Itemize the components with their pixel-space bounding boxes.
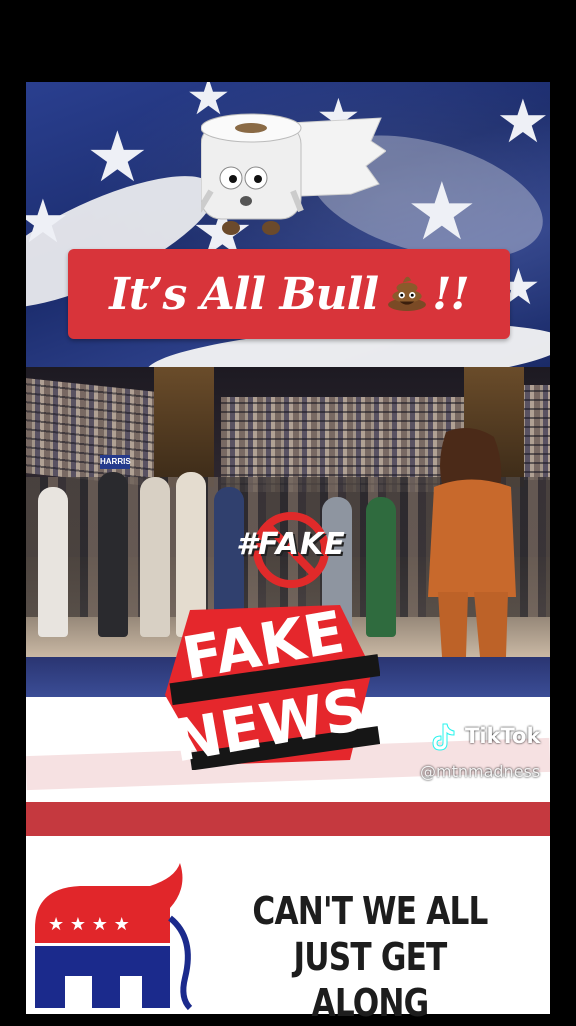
banner-text: It’s All Bull: [109, 268, 379, 320]
title-banner: It’s All Bull !!: [68, 249, 510, 339]
star-icon: ★: [496, 87, 550, 157]
toilet-paper-icon: [201, 113, 386, 235]
tiktok-brand: TikTok: [465, 724, 541, 748]
fake-hashtag: #FAKE: [236, 527, 346, 562]
fake-news-logo: FAKE NEWS: [165, 600, 380, 770]
gop-elephant-icon: ★ ★ ★ ★: [35, 863, 193, 1011]
star-icon: ★: [26, 187, 70, 257]
star-icon: ★: [406, 165, 478, 258]
poop-emoji-icon: [388, 276, 426, 311]
slogan-line1: CAN'T WE ALL: [252, 889, 488, 933]
speaker-figure: [428, 428, 516, 657]
slogan-line2: JUST GET ALONG: [293, 935, 447, 1025]
banner-suffix: !!: [432, 268, 470, 320]
slogan-text: CAN'T WE ALL JUST GET ALONG: [235, 888, 506, 1026]
svg-text:★ ★ ★ ★: ★ ★ ★ ★: [48, 914, 130, 935]
star-icon: ★: [86, 116, 149, 198]
tiktok-handle: @mtnmadness: [420, 762, 541, 781]
tiktok-logo-icon: [432, 723, 455, 751]
screen-sign: HARRIS: [100, 455, 131, 469]
